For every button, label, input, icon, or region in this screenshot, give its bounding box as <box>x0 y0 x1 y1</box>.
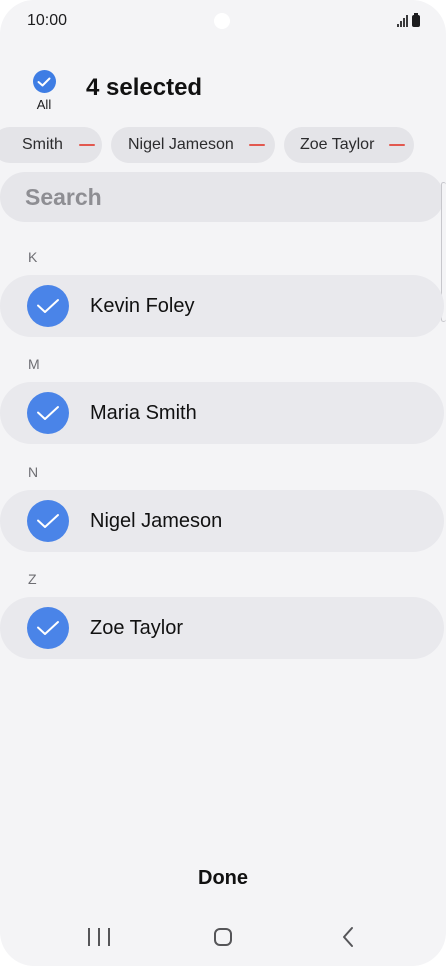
section-header: N <box>28 464 39 480</box>
recents-icon[interactable] <box>88 928 110 948</box>
select-all-toggle[interactable]: All <box>24 70 64 116</box>
check-icon <box>27 607 69 649</box>
check-icon <box>27 285 69 327</box>
navigation-bar <box>0 915 446 961</box>
contact-name: Maria Smith <box>90 402 197 424</box>
check-icon <box>32 70 56 93</box>
check-icon <box>27 392 69 434</box>
minus-icon[interactable] <box>248 144 265 146</box>
search-input[interactable] <box>23 182 407 212</box>
status-time: 10:00 <box>27 12 68 29</box>
battery-icon <box>412 13 420 27</box>
chip-label: Zoe Taylor <box>300 136 375 153</box>
section-header: K <box>28 249 38 265</box>
chip-label: Nigel Jameson <box>128 136 234 153</box>
selected-chip[interactable]: Smith <box>0 127 102 163</box>
selected-count-title: 4 selected <box>86 74 203 101</box>
minus-icon[interactable] <box>78 144 95 146</box>
select-all-label: All <box>36 97 52 112</box>
selected-chips-row[interactable]: Smith Nigel Jameson Zoe Taylor <box>0 127 446 163</box>
signal-icon <box>397 15 408 27</box>
section-header: M <box>28 356 40 372</box>
section-header: Z <box>28 571 37 587</box>
home-icon[interactable] <box>214 928 232 946</box>
contact-row[interactable]: Maria Smith <box>0 382 444 444</box>
back-icon[interactable] <box>340 926 356 953</box>
phone-screen: 10:00 All 4 selected Smith Nigel Jameson… <box>0 0 446 966</box>
status-icons <box>397 13 420 27</box>
contact-row[interactable]: Nigel Jameson <box>0 490 444 552</box>
status-bar: 10:00 <box>0 0 446 42</box>
minus-icon[interactable] <box>389 144 406 146</box>
selected-chip[interactable]: Zoe Taylor <box>284 127 414 163</box>
search-field[interactable] <box>0 172 444 222</box>
contact-name: Zoe Taylor <box>90 617 184 639</box>
contact-row[interactable]: Kevin Foley <box>0 275 444 337</box>
contact-name: Nigel Jameson <box>90 510 223 532</box>
selected-chip[interactable]: Nigel Jameson <box>111 127 275 163</box>
contact-name: Kevin Foley <box>90 295 195 317</box>
check-icon <box>27 500 69 542</box>
done-button[interactable]: Done <box>173 860 273 896</box>
chip-label: Smith <box>22 136 63 153</box>
front-camera <box>214 13 230 29</box>
contact-row[interactable]: Zoe Taylor <box>0 597 444 659</box>
